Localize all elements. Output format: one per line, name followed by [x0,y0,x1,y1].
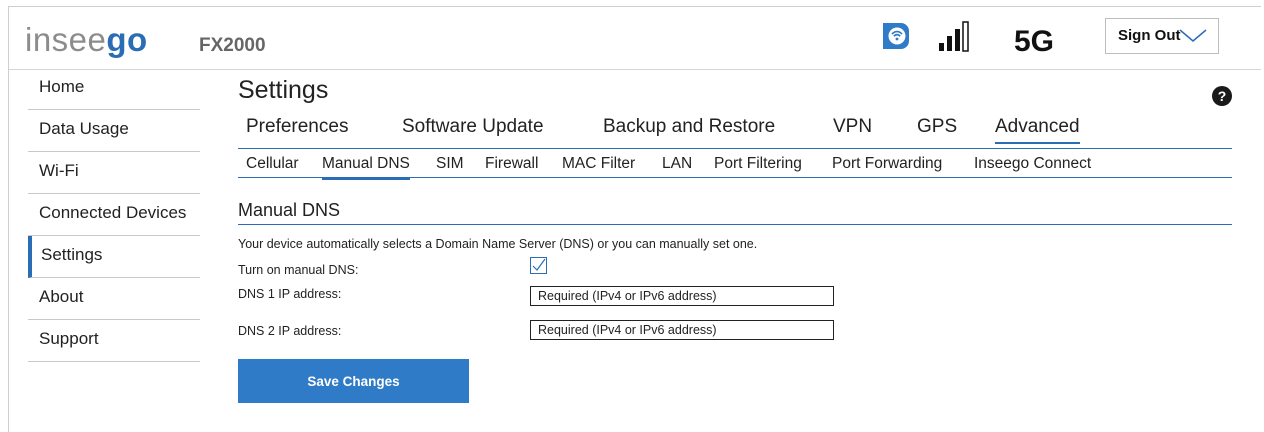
subtab-port-filtering[interactable]: Port Filtering [714,155,802,178]
tab-vpn[interactable]: VPN [833,116,872,142]
tab-software-update[interactable]: Software Update [402,116,544,142]
help-icon[interactable]: ? [1212,86,1232,106]
sidebar-item-about[interactable]: About [28,278,200,320]
sidebar-item-label: About [39,287,84,306]
tab-advanced[interactable]: Advanced [995,116,1080,144]
brand-logo: inseego [25,21,148,59]
subtab-sim[interactable]: SIM [436,155,464,178]
manual-dns-label: Turn on manual DNS: [238,263,359,277]
sidebar-item-support[interactable]: Support [28,320,200,362]
sidebar-item-label: Wi-Fi [39,161,79,180]
sidebar: Home Data Usage Wi-Fi Connected Devices … [28,68,200,362]
device-model: FX2000 [199,35,266,56]
section-description: Your device automatically selects a Doma… [238,237,758,251]
save-changes-button[interactable]: Save Changes [238,359,469,403]
sidebar-item-label: Data Usage [39,119,129,138]
tabs-divider [238,148,1232,149]
sidebar-item-label: Home [39,77,85,96]
logo-suffix: go [106,21,148,58]
check-icon [532,258,546,271]
signal-strength-icon [939,21,969,52]
subtabs-divider [238,177,1232,178]
sign-out-label: Sign Out [1118,27,1181,44]
sidebar-item-label: Support [39,329,99,348]
sign-out-button[interactable]: Sign Out [1105,18,1219,54]
header: inseego FX2000 5G Sign Out [9,7,1261,70]
tab-backup-restore[interactable]: Backup and Restore [603,116,775,142]
sidebar-item-wifi[interactable]: Wi-Fi [28,152,200,194]
section-divider [238,224,1232,225]
subtab-mac-filter[interactable]: MAC Filter [562,155,635,178]
chevron-down-icon[interactable] [1178,28,1208,44]
logo-prefix: insee [25,21,107,58]
dns2-input[interactable] [530,320,834,340]
sidebar-item-label: Settings [41,245,103,264]
sidebar-item-connected-devices[interactable]: Connected Devices [28,194,200,236]
subtab-inseego-connect[interactable]: Inseego Connect [974,155,1091,178]
page-title: Settings [238,76,329,104]
sidebar-item-label: Connected Devices [39,203,187,222]
network-type: 5G [1014,25,1055,58]
subtab-port-forwarding[interactable]: Port Forwarding [832,155,942,178]
wifi-badge-icon [883,23,909,49]
subtab-cellular[interactable]: Cellular [246,155,299,178]
tab-preferences[interactable]: Preferences [246,116,348,142]
subtab-lan[interactable]: LAN [662,155,692,178]
sidebar-item-settings[interactable]: Settings [28,236,200,278]
dns1-input[interactable] [530,286,834,306]
dns2-label: DNS 2 IP address: [238,324,342,338]
subtab-firewall[interactable]: Firewall [485,155,538,178]
manual-dns-checkbox[interactable] [530,257,547,274]
dns1-label: DNS 1 IP address: [238,287,342,301]
tab-gps[interactable]: GPS [917,116,957,142]
section-title: Manual DNS [238,200,341,220]
sidebar-item-home[interactable]: Home [28,68,200,110]
sidebar-item-data-usage[interactable]: Data Usage [28,110,200,152]
